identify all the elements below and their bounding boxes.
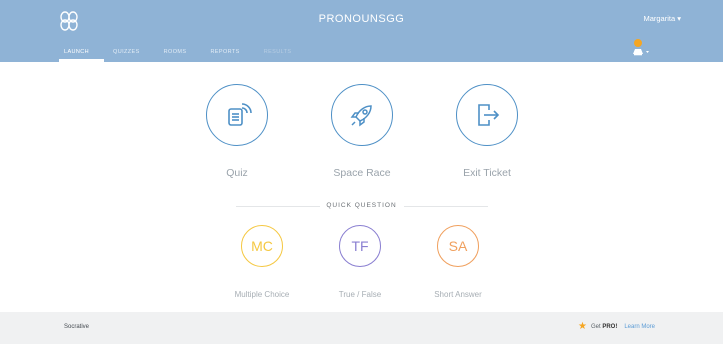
nav-rooms[interactable]: ROOMS — [164, 49, 187, 55]
quiz-label: Quiz — [226, 167, 248, 179]
get-pro-text: Get PRO! — [591, 324, 617, 330]
nav-reports[interactable]: REPORTS — [210, 49, 239, 55]
room-name: PRONOUNSGG — [318, 13, 405, 25]
star-icon: ★ — [578, 321, 587, 332]
quick-question-title: QUICK QUESTION — [326, 202, 397, 209]
rocket-icon — [350, 105, 372, 127]
user-menu[interactable]: Margarita ▾ — [643, 14, 681, 23]
footer: Socrative ★ Get PRO! Learn More — [0, 312, 723, 344]
exit-door-icon — [478, 104, 500, 126]
get-prefix: Get — [590, 324, 601, 330]
multiple-choice-button[interactable]: MC — [241, 225, 283, 267]
quiz-icon — [228, 103, 252, 126]
top-header: PRONOUNSGG Margarita ▾ LAUNCH QUIZZES RO… — [0, 0, 723, 62]
short-answer-label: Short Answer — [434, 290, 482, 299]
pro-label: PRO! — [602, 324, 618, 330]
space-race-label: Space Race — [333, 167, 391, 179]
quick-question-tf[interactable]: TF True / False — [338, 225, 382, 299]
quick-question-mc[interactable]: MC Multiple Choice — [235, 225, 289, 299]
nav-results[interactable]: RESULTS — [264, 49, 292, 55]
get-pro-banner: ★ Get PRO! Learn More — [578, 322, 655, 332]
quiz-button[interactable] — [206, 84, 268, 146]
launch-quiz[interactable]: Quiz — [205, 84, 269, 179]
learn-more-link[interactable]: Learn More — [624, 324, 655, 330]
true-false-button[interactable]: TF — [339, 225, 381, 267]
short-answer-button[interactable]: SA — [437, 225, 479, 267]
active-tab-indicator — [59, 59, 104, 62]
notifications-icon[interactable] — [630, 38, 652, 58]
launch-exit-ticket[interactable]: Exit Ticket — [455, 84, 519, 179]
main-nav: LAUNCH QUIZZES ROOMS REPORTS RESULTS — [64, 49, 316, 55]
quick-question-sa[interactable]: SA Short Answer — [434, 225, 482, 299]
launch-space-race[interactable]: Space Race — [330, 84, 394, 179]
multiple-choice-label: Multiple Choice — [234, 290, 290, 299]
footer-brand: Socrative — [64, 324, 90, 330]
exit-ticket-button[interactable] — [456, 84, 518, 146]
exit-ticket-label: Exit Ticket — [463, 167, 511, 179]
space-race-button[interactable] — [331, 84, 393, 146]
nav-launch[interactable]: LAUNCH — [64, 49, 89, 55]
nav-quizzes[interactable]: QUIZZES — [113, 49, 140, 55]
true-false-label: True / False — [338, 290, 382, 299]
